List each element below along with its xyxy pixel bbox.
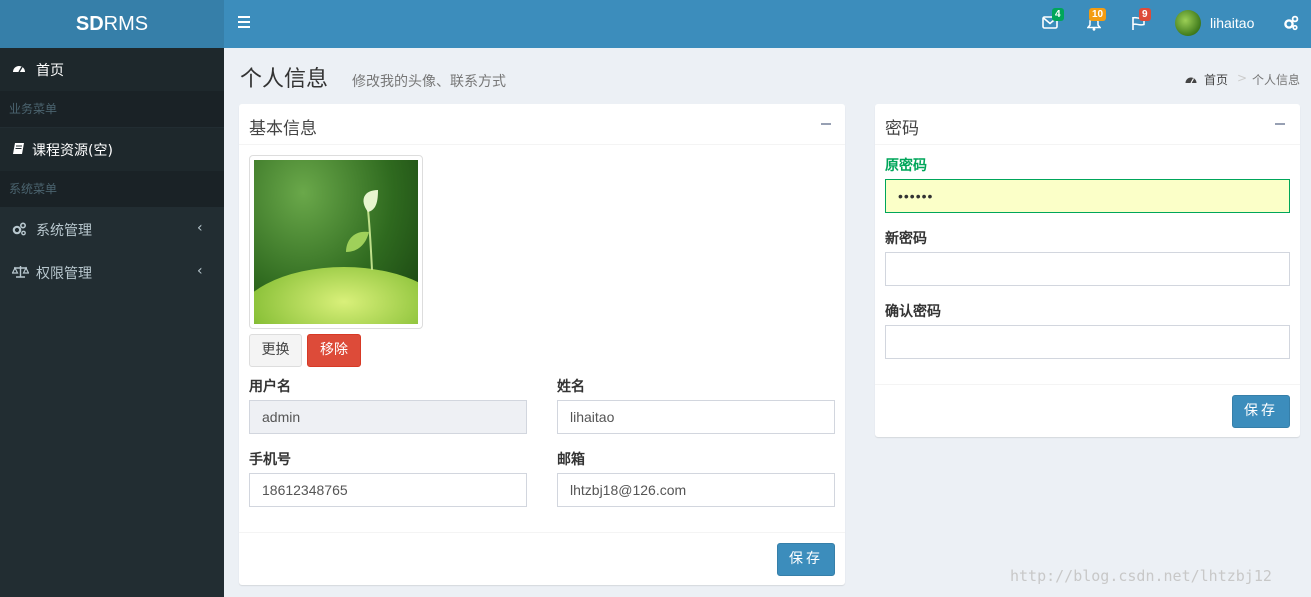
page-title: 个人信息 bbox=[240, 67, 329, 92]
box-title: 基本信息 bbox=[249, 119, 317, 139]
phone-field[interactable]: 18612348765 bbox=[249, 473, 527, 507]
new-password-label: 新密码 bbox=[885, 231, 927, 247]
sidebar-toggle-icon[interactable] bbox=[236, 13, 252, 33]
old-password-field[interactable]: •••••• bbox=[885, 179, 1290, 213]
username-label: lihaitao bbox=[1210, 15, 1255, 31]
box-title: 密码 bbox=[885, 119, 919, 139]
collapse-minus-icon[interactable] bbox=[1275, 123, 1285, 125]
name-field[interactable]: lihaitao bbox=[557, 400, 835, 434]
tasks-button[interactable]: 9 bbox=[1125, 8, 1155, 40]
change-avatar-button[interactable]: 更换 bbox=[249, 334, 302, 367]
control-sidebar-cogs-icon[interactable] bbox=[1283, 15, 1299, 35]
breadcrumb-current: 个人信息 bbox=[1252, 73, 1301, 87]
remove-avatar-button[interactable]: 移除 bbox=[307, 334, 361, 367]
sidebar-item-permission-management[interactable]: 权限管理 ‹ bbox=[0, 251, 224, 294]
watermark-text: http://blog.csdn.net/lhtzbj12 bbox=[1010, 567, 1272, 585]
old-password-label: 原密码 bbox=[885, 158, 927, 174]
box-header-divider bbox=[239, 144, 845, 145]
chevron-left-icon: ‹ bbox=[197, 263, 203, 279]
top-navbar: SDRMS 4 10 9 lihaitao bbox=[0, 0, 1311, 48]
book-icon bbox=[13, 143, 24, 154]
dashboard-icon bbox=[13, 66, 25, 73]
confirm-password-field[interactable] bbox=[885, 325, 1290, 359]
collapse-minus-icon[interactable] bbox=[821, 123, 831, 125]
sidebar: 首页 业务菜单 课程资源(空) 系统菜单 系统管理 ‹ 权限管理 ‹ bbox=[0, 48, 224, 597]
notifications-count-badge: 10 bbox=[1089, 8, 1107, 21]
username-label: 用户名 bbox=[249, 379, 291, 395]
sidebar-item-label: 首页 bbox=[36, 63, 64, 79]
balance-scale-icon bbox=[12, 266, 29, 278]
username-field[interactable]: admin bbox=[249, 400, 527, 434]
box-footer-divider bbox=[239, 532, 845, 533]
notifications-button[interactable]: 10 bbox=[1081, 8, 1111, 40]
user-avatar bbox=[1175, 10, 1201, 36]
profile-avatar-frame bbox=[249, 155, 423, 329]
sidebar-item-label: 权限管理 bbox=[36, 266, 92, 282]
sidebar-item-course-resources[interactable]: 课程资源(空) bbox=[0, 128, 224, 171]
app-logo[interactable]: SDRMS bbox=[0, 0, 224, 48]
chevron-left-icon: ‹ bbox=[197, 220, 203, 236]
sidebar-item-home[interactable]: 首页 bbox=[0, 48, 224, 91]
sidebar-item-label: 课程资源(空) bbox=[32, 143, 113, 159]
confirm-password-label: 确认密码 bbox=[885, 304, 941, 320]
dashboard-icon bbox=[1185, 77, 1197, 84]
tasks-count-badge: 9 bbox=[1139, 8, 1151, 21]
cogs-icon bbox=[12, 222, 27, 236]
messages-count-badge: 4 bbox=[1052, 8, 1064, 21]
sidebar-item-system-management[interactable]: 系统管理 ‹ bbox=[0, 208, 224, 251]
new-password-field[interactable] bbox=[885, 252, 1290, 286]
save-basic-info-button[interactable]: 保存 bbox=[777, 543, 835, 576]
box-header-divider bbox=[875, 144, 1300, 145]
save-password-button[interactable]: 保存 bbox=[1232, 395, 1290, 428]
breadcrumb-separator: > bbox=[1237, 71, 1248, 85]
email-field[interactable]: lhtzbj18@126.com bbox=[557, 473, 835, 507]
profile-avatar-image bbox=[254, 160, 418, 324]
name-label: 姓名 bbox=[557, 379, 585, 395]
email-label: 邮箱 bbox=[557, 452, 585, 468]
messages-button[interactable]: 4 bbox=[1036, 8, 1066, 40]
sidebar-item-label: 系统管理 bbox=[36, 223, 92, 239]
box-footer-divider bbox=[875, 384, 1300, 385]
sidebar-section-header: 系统菜单 bbox=[0, 171, 224, 207]
sidebar-section-header: 业务菜单 bbox=[0, 91, 224, 127]
page-subtitle: 修改我的头像、联系方式 bbox=[352, 74, 506, 90]
phone-label: 手机号 bbox=[249, 452, 291, 468]
breadcrumb-home-link[interactable]: 首页 bbox=[1204, 71, 1228, 88]
